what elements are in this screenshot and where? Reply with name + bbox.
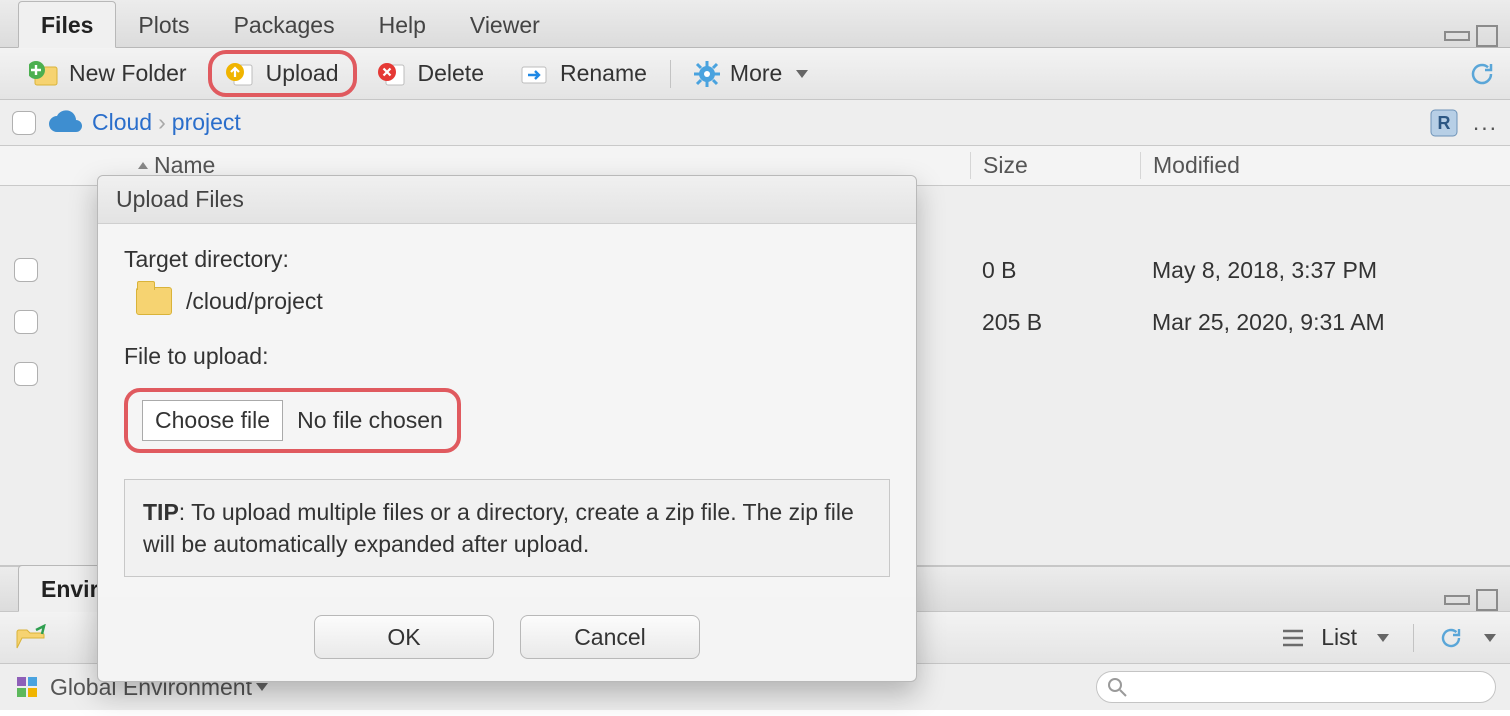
file-chooser[interactable]: Choose file No file chosen: [124, 388, 461, 453]
row-checkbox[interactable]: [14, 258, 38, 282]
r-project-icon[interactable]: R: [1429, 108, 1459, 138]
col-size[interactable]: Size: [970, 152, 1140, 179]
list-icon[interactable]: [1281, 628, 1305, 648]
separator: [1413, 624, 1414, 652]
tab-plots[interactable]: Plots: [116, 2, 211, 47]
chevron-down-icon: [1484, 634, 1496, 642]
cell-modified: May 8, 2018, 3:37 PM: [1140, 257, 1510, 284]
upload-label: Upload: [266, 60, 339, 87]
list-label[interactable]: List: [1321, 624, 1357, 651]
target-path: /cloud/project: [186, 288, 323, 315]
ok-button[interactable]: OK: [314, 615, 494, 659]
refresh-icon[interactable]: [1438, 625, 1464, 651]
rename-button[interactable]: Rename: [505, 53, 662, 94]
tab-help[interactable]: Help: [357, 2, 448, 47]
tip-text: : To upload multiple files or a director…: [143, 499, 854, 557]
new-folder-label: New Folder: [69, 60, 187, 87]
svg-text:R: R: [1437, 113, 1450, 133]
rename-label: Rename: [560, 60, 647, 87]
chevron-down-icon: [1377, 634, 1389, 642]
row-checkbox[interactable]: [14, 310, 38, 334]
cancel-button[interactable]: Cancel: [520, 615, 700, 659]
tip-box: TIP: To upload multiple files or a direc…: [124, 479, 890, 577]
cell-size: 205 B: [970, 309, 1140, 336]
target-directory-label: Target directory:: [124, 246, 890, 273]
chevron-down-icon: [796, 70, 808, 78]
more-button[interactable]: More: [679, 53, 823, 94]
rename-icon: [520, 61, 550, 87]
maximize-icon[interactable]: [1476, 25, 1498, 47]
cell-size: 0 B: [970, 257, 1140, 284]
delete-icon: [378, 61, 408, 87]
dialog-title: Upload Files: [98, 176, 916, 224]
breadcrumb: Cloud › project R ...: [0, 100, 1510, 146]
maximize-icon[interactable]: [1476, 589, 1498, 611]
breadcrumb-root[interactable]: Cloud: [92, 109, 152, 136]
scope-icon: [14, 674, 40, 700]
sort-asc-icon: [138, 162, 148, 169]
row-checkbox[interactable]: [14, 362, 38, 386]
cloud-icon: [46, 110, 82, 136]
cell-modified: Mar 25, 2020, 9:31 AM: [1140, 309, 1510, 336]
open-folder-icon[interactable]: [14, 624, 48, 652]
more-label: More: [730, 60, 782, 87]
upload-icon: [226, 61, 256, 87]
folder-icon: [136, 287, 172, 315]
refresh-icon[interactable]: [1468, 60, 1496, 88]
delete-label: Delete: [418, 60, 484, 87]
tab-viewer[interactable]: Viewer: [448, 2, 562, 47]
select-all-checkbox[interactable]: [12, 111, 36, 135]
delete-button[interactable]: Delete: [363, 53, 499, 94]
minimize-icon[interactable]: [1444, 31, 1470, 41]
target-directory[interactable]: /cloud/project: [124, 287, 890, 315]
col-modified[interactable]: Modified: [1140, 152, 1510, 179]
file-to-upload-label: File to upload:: [124, 343, 890, 370]
chevron-down-icon: [256, 683, 268, 691]
separator: [670, 60, 671, 88]
chosen-file-text: No file chosen: [297, 407, 443, 434]
pane-tabs: Files Plots Packages Help Viewer: [0, 0, 1510, 48]
minimize-icon[interactable]: [1444, 595, 1470, 605]
tab-packages[interactable]: Packages: [212, 2, 357, 47]
gear-icon: [694, 61, 720, 87]
breadcrumb-sep: ›: [152, 109, 172, 136]
tab-files[interactable]: Files: [18, 1, 116, 48]
new-folder-button[interactable]: New Folder: [14, 53, 202, 94]
upload-dialog: Upload Files Target directory: /cloud/pr…: [97, 175, 917, 682]
upload-button[interactable]: Upload: [208, 50, 357, 97]
files-toolbar: New Folder Upload Delete Rename More: [0, 48, 1510, 100]
breadcrumb-project[interactable]: project: [172, 109, 241, 136]
tip-heading: TIP: [143, 499, 179, 525]
choose-file-button[interactable]: Choose file: [142, 400, 283, 441]
more-options-icon[interactable]: ...: [1473, 109, 1498, 136]
folder-plus-icon: [29, 61, 59, 87]
search-input[interactable]: [1096, 671, 1496, 703]
search-icon: [1107, 677, 1127, 697]
